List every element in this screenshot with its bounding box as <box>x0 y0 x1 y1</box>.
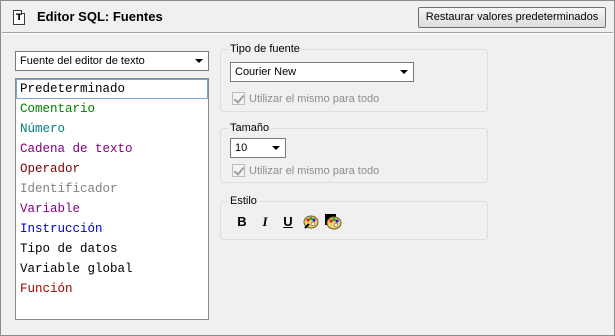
text-page-icon: T <box>13 10 25 25</box>
font-source-value: Fuente del editor de texto <box>20 55 145 67</box>
underline-button[interactable]: U <box>277 212 299 232</box>
style-label: Estilo <box>228 195 259 208</box>
list-item[interactable]: Identificador <box>16 179 208 199</box>
font-type-select[interactable]: Courier New <box>230 62 414 82</box>
size-value: 10 <box>235 142 248 154</box>
size-select[interactable]: 10 <box>230 138 286 158</box>
restore-defaults-button[interactable]: Restaurar valores predeterminados <box>418 7 606 28</box>
font-source-select[interactable]: Fuente del editor de texto <box>15 51 209 71</box>
font-same-for-all-label: Utilizar el mismo para todo <box>249 93 380 105</box>
size-same-for-all-label: Utilizar el mismo para todo <box>249 165 380 177</box>
font-type-label: Tipo de fuente <box>228 43 302 56</box>
list-item[interactable]: Cadena de texto <box>16 139 208 159</box>
list-item[interactable]: Operador <box>16 159 208 179</box>
list-item[interactable]: Variable global <box>16 259 208 279</box>
background-color-palette-icon[interactable] <box>322 212 344 232</box>
category-list[interactable]: Predeterminado Comentario Número Cadena de … <box>15 78 209 320</box>
list-item[interactable]: Función <box>16 279 208 299</box>
text-color-palette-icon[interactable] <box>300 212 322 232</box>
size-same-for-all-checkbox[interactable] <box>232 164 245 177</box>
list-item[interactable]: Tipo de datos <box>16 239 208 259</box>
list-item[interactable]: Comentario <box>16 99 208 119</box>
chevron-down-icon <box>272 146 280 150</box>
bold-button[interactable]: B <box>231 212 253 232</box>
list-item[interactable]: Predeterminado <box>16 79 208 99</box>
chevron-down-icon <box>195 59 203 63</box>
font-type-value: Courier New <box>235 66 297 78</box>
sql-editor-fonts-panel: T Editor SQL: Fuentes Restaurar valores … <box>0 0 615 336</box>
size-label: Tamaño <box>228 122 272 135</box>
list-item[interactable]: Número <box>16 119 208 139</box>
header: T Editor SQL: Fuentes Restaurar valores … <box>2 2 613 31</box>
chevron-down-icon <box>400 70 408 74</box>
list-item[interactable]: Instrucción <box>16 219 208 239</box>
page-title: Editor SQL: Fuentes <box>37 9 163 24</box>
list-item[interactable]: Variable <box>16 199 208 219</box>
header-divider <box>2 32 613 34</box>
italic-button[interactable]: I <box>254 212 276 232</box>
font-same-for-all-checkbox[interactable] <box>232 92 245 105</box>
